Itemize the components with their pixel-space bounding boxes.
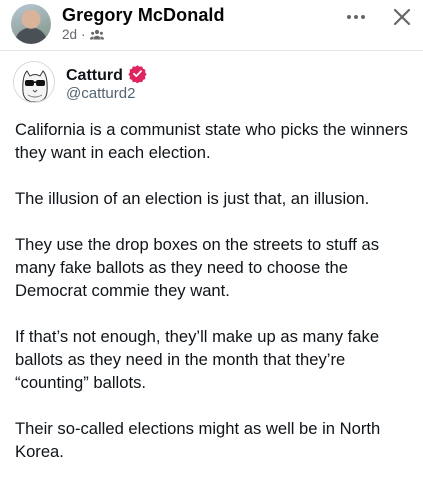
more-icon	[347, 15, 365, 19]
tweet-paragraph: Their so-called elections might as well …	[15, 419, 381, 461]
author-avatar[interactable]	[11, 4, 51, 44]
post-time[interactable]: 2d	[62, 27, 77, 42]
post-header: Gregory McDonald 2d ·	[0, 0, 423, 50]
cat-with-sunglasses-icon	[14, 62, 54, 102]
header-divider	[0, 50, 423, 51]
close-button[interactable]	[389, 4, 415, 30]
tweet-handle[interactable]: @catturd2	[66, 85, 135, 102]
tweet-author-name[interactable]: Catturd	[66, 67, 123, 85]
friends-icon[interactable]	[89, 29, 104, 41]
tweet-body: California is a communist state who pick…	[15, 118, 415, 486]
close-icon	[393, 8, 411, 26]
more-options-button[interactable]	[343, 6, 369, 28]
meta-separator: ·	[81, 27, 86, 42]
tweet-paragraph: They use the drop boxes on the streets t…	[15, 235, 380, 300]
post-meta: 2d ·	[62, 27, 104, 42]
tweet-paragraph: If that’s not enough, they’ll make up as…	[15, 327, 380, 392]
tweet-paragraph: The illusion of an election is just that…	[15, 189, 370, 208]
tweet-paragraph: California is a communist state who pick…	[15, 120, 408, 162]
tweet-avatar[interactable]	[13, 61, 55, 103]
author-name[interactable]: Gregory McDonald	[62, 5, 225, 26]
